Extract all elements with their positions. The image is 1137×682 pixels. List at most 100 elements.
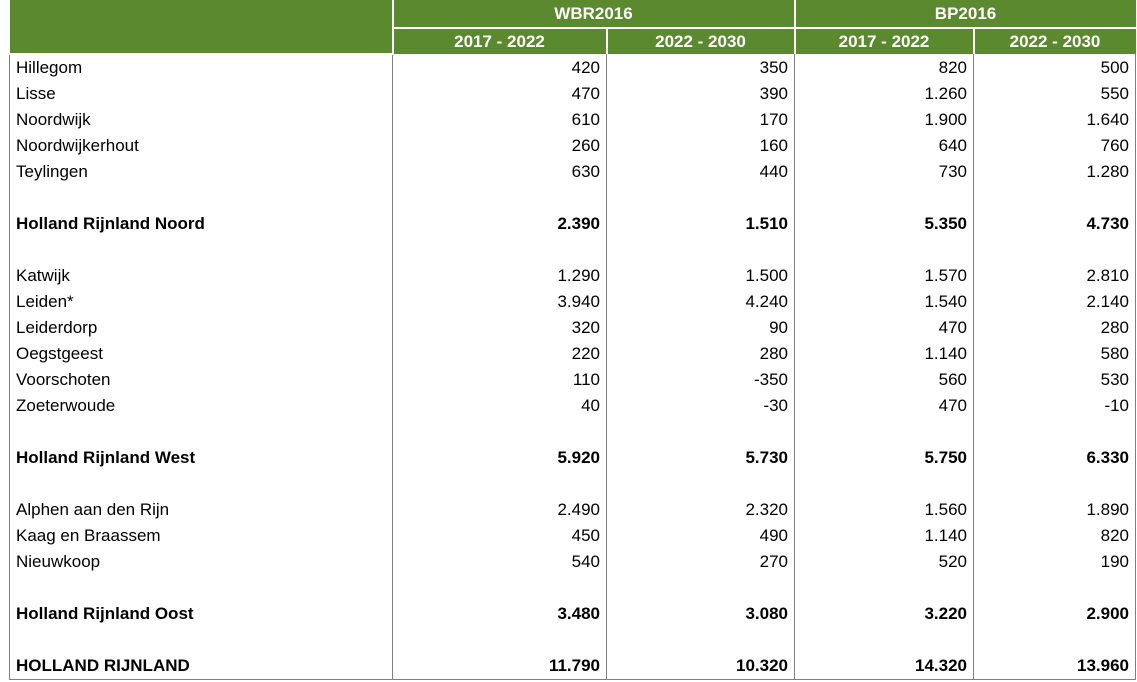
spacer-row	[9, 575, 1137, 601]
spacer-row	[9, 627, 1137, 653]
empty-cell	[392, 237, 607, 263]
empty-cell	[392, 419, 607, 445]
value-cell: 5.750	[794, 445, 974, 471]
municipality-name: Leiderdorp	[9, 315, 393, 341]
group-header-wbr2016: WBR2016	[391, 0, 795, 29]
empty-cell	[605, 575, 795, 601]
value-cell: 390	[605, 81, 795, 107]
value-cell: 2.490	[392, 497, 607, 523]
value-cell: 1.510	[605, 211, 795, 237]
table-row: Voorschoten 110 -350 560 530	[9, 367, 1137, 393]
value-cell: 2.390	[392, 211, 607, 237]
value-cell: 260	[392, 133, 607, 159]
municipality-name: Zoeterwoude	[9, 393, 393, 419]
value-cell: 4.730	[973, 211, 1137, 237]
municipality-name: Katwijk	[9, 263, 393, 289]
value-cell: 1.500	[605, 263, 795, 289]
municipality-name: Noordwijkerhout	[9, 133, 393, 159]
value-cell: 490	[605, 523, 795, 549]
municipality-name: HOLLAND RIJNLAND	[9, 653, 393, 680]
value-cell: 3.480	[392, 601, 607, 627]
value-cell: 1.900	[794, 107, 974, 133]
group-header-bp2016: BP2016	[793, 0, 1136, 29]
empty-cell	[9, 575, 393, 601]
empty-cell	[392, 575, 607, 601]
empty-cell	[392, 185, 607, 211]
empty-cell	[605, 237, 795, 263]
subtotal-row: Holland Rijnland Oost 3.480 3.080 3.220 2.90…	[9, 601, 1137, 627]
value-cell: 90	[605, 315, 795, 341]
value-cell: 2.900	[973, 601, 1137, 627]
empty-cell	[605, 185, 795, 211]
value-cell: 530	[973, 367, 1137, 393]
value-cell: 730	[794, 159, 974, 185]
value-cell: 5.920	[392, 445, 607, 471]
empty-cell	[794, 471, 974, 497]
value-cell: 1.540	[794, 289, 974, 315]
table-row: Hillegom 420 350 820 500	[9, 54, 1137, 81]
spacer-row	[9, 471, 1137, 497]
value-cell: 520	[794, 549, 974, 575]
value-cell: 1.280	[973, 159, 1137, 185]
table-row: Noordwijkerhout 260 160 640 760	[9, 133, 1137, 159]
value-cell: 5.730	[605, 445, 795, 471]
empty-cell	[794, 419, 974, 445]
municipality-name: Leiden*	[9, 289, 393, 315]
value-cell: 470	[794, 393, 974, 419]
table-row: Oegstgeest 220 280 1.140 580	[9, 341, 1137, 367]
value-cell: 550	[973, 81, 1137, 107]
value-cell: 3.080	[605, 601, 795, 627]
value-cell: 110	[392, 367, 607, 393]
value-cell: 540	[392, 549, 607, 575]
table-row: Leiderdorp 320 90 470 280	[9, 315, 1137, 341]
table-row: Leiden* 3.940 4.240 1.540 2.140	[9, 289, 1137, 315]
value-cell: 220	[392, 341, 607, 367]
table-row: Kaag en Braassem 450 490 1.140 820	[9, 523, 1137, 549]
value-cell: 280	[973, 315, 1137, 341]
value-cell: -30	[605, 393, 795, 419]
empty-cell	[605, 471, 795, 497]
empty-cell	[794, 185, 974, 211]
empty-cell	[9, 185, 393, 211]
value-cell: 270	[605, 549, 795, 575]
empty-cell	[973, 185, 1137, 211]
value-cell: 820	[794, 54, 974, 81]
table-row: Katwijk 1.290 1.500 1.570 2.810	[9, 263, 1137, 289]
value-cell: 470	[794, 315, 974, 341]
spacer-row	[9, 237, 1137, 263]
period-header: 2017 - 2022	[793, 28, 974, 54]
table-body: Hillegom 420 350 820 500 Lisse 470 390 1.260 550 N…	[9, 54, 1137, 680]
value-cell: 1.570	[794, 263, 974, 289]
value-cell: 5.350	[794, 211, 974, 237]
empty-cell	[9, 419, 393, 445]
value-cell: 450	[392, 523, 607, 549]
table-row: Alphen aan den Rijn 2.490 2.320 1.560 1.890	[9, 497, 1137, 523]
value-cell: 11.790	[392, 653, 607, 680]
value-cell: 2.140	[973, 289, 1137, 315]
value-cell: 2.320	[605, 497, 795, 523]
value-cell: 3.940	[392, 289, 607, 315]
period-header: 2022 - 2030	[972, 28, 1136, 54]
table-row: Zoeterwoude 40 -30 470 -10	[9, 393, 1137, 419]
value-cell: 1.290	[392, 263, 607, 289]
value-cell: 1.140	[794, 523, 974, 549]
value-cell: 320	[392, 315, 607, 341]
municipality-name: Nieuwkoop	[9, 549, 393, 575]
value-cell: 1.260	[794, 81, 974, 107]
municipality-name: Lisse	[9, 81, 393, 107]
value-cell: 3.220	[794, 601, 974, 627]
empty-cell	[605, 419, 795, 445]
empty-cell	[973, 237, 1137, 263]
value-cell: 10.320	[605, 653, 795, 680]
value-cell: -10	[973, 393, 1137, 419]
municipality-name: Noordwijk	[9, 107, 393, 133]
empty-cell	[973, 419, 1137, 445]
value-cell: 420	[392, 54, 607, 81]
municipality-name: Voorschoten	[9, 367, 393, 393]
municipality-name: Holland Rijnland Oost	[9, 601, 393, 627]
value-cell: 6.330	[973, 445, 1137, 471]
housing-table: WBR2016 BP2016 2017 - 2022 2022 - 2030 2…	[9, 0, 1137, 680]
value-cell: 500	[973, 54, 1137, 81]
municipality-name: Oegstgeest	[9, 341, 393, 367]
value-cell: 190	[973, 549, 1137, 575]
